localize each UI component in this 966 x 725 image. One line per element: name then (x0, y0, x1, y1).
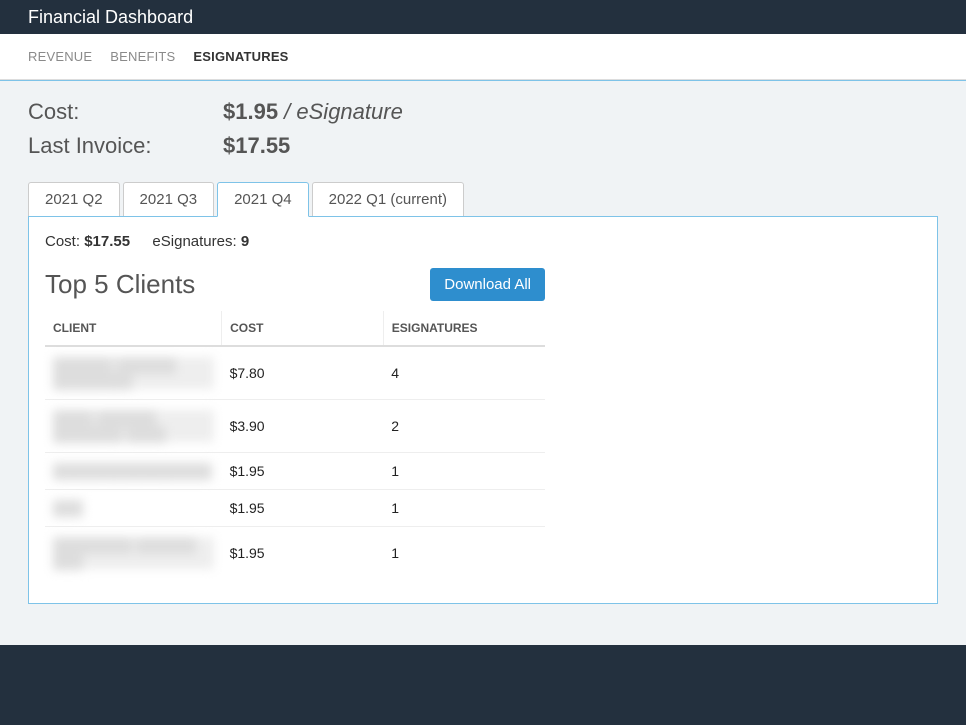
client-name: ████████████████ (53, 463, 212, 479)
invoice-label: Last Invoice: (28, 133, 223, 159)
table-header-row: Client Cost eSignatures (45, 311, 545, 346)
panel-summary: Cost: $17.55 eSignatures: 9 (45, 233, 921, 250)
clients-table: Client Cost eSignatures ██████ ██████ ██… (45, 311, 545, 579)
invoice-row: Last Invoice: $17.55 (28, 133, 938, 159)
client-esignatures: 2 (383, 400, 545, 453)
footer-bar (0, 645, 966, 725)
app-header: Financial Dashboard (0, 0, 966, 34)
col-header-esignatures: eSignatures (383, 311, 545, 346)
client-cost: $1.95 (222, 527, 384, 580)
cost-value: $1.95 / eSignature (223, 99, 403, 125)
table-row: ████ ██████ ███████ ████ $3.90 2 (45, 400, 545, 453)
panel-cost-value: $17.55 (84, 233, 130, 250)
invoice-value: $17.55 (223, 133, 290, 159)
client-cost: $3.90 (222, 400, 384, 453)
cost-row: Cost: $1.95 / eSignature (28, 99, 938, 125)
client-esignatures: 1 (383, 453, 545, 490)
col-header-cost: Cost (222, 311, 384, 346)
panel-esig-value: 9 (241, 233, 249, 250)
table-row: ████████ ██████ ███ $1.95 1 (45, 527, 545, 580)
client-name: ██████ ██████ ████████ (53, 357, 214, 389)
panel-header-row: Top 5 Clients Download All (45, 268, 545, 301)
client-esignatures: 4 (383, 346, 545, 400)
client-esignatures: 1 (383, 527, 545, 580)
client-name: ███ (53, 500, 83, 516)
client-esignatures: 1 (383, 490, 545, 527)
download-all-button[interactable]: Download All (430, 268, 545, 301)
client-name: ████ ██████ ███████ ████ (53, 410, 214, 442)
quarter-tabs: 2021 Q2 2021 Q3 2021 Q4 2022 Q1 (current… (28, 181, 938, 216)
quarter-tab-2021q3[interactable]: 2021 Q3 (123, 182, 215, 217)
page-title: Financial Dashboard (28, 7, 193, 28)
tab-esignatures[interactable]: eSignatures (193, 35, 288, 78)
client-name: ████████ ██████ ███ (53, 537, 214, 569)
table-row: ████████████████ $1.95 1 (45, 453, 545, 490)
panel-esig-label: eSignatures: (152, 233, 240, 250)
client-cost: $1.95 (222, 453, 384, 490)
table-row: ██████ ██████ ████████ $7.80 4 (45, 346, 545, 400)
cost-label: Cost: (28, 99, 223, 125)
main-content: Cost: $1.95 / eSignature Last Invoice: $… (0, 80, 966, 628)
client-cost: $7.80 (222, 346, 384, 400)
top-clients-title: Top 5 Clients (45, 269, 195, 300)
client-cost: $1.95 (222, 490, 384, 527)
quarter-tab-2021q2[interactable]: 2021 Q2 (28, 182, 120, 217)
quarter-tab-2022q1[interactable]: 2022 Q1 (current) (312, 182, 464, 217)
section-tabs: Revenue Benefits eSignatures (0, 34, 966, 80)
table-row: ███ $1.95 1 (45, 490, 545, 527)
tab-revenue[interactable]: Revenue (28, 35, 92, 78)
panel-cost-label: Cost: (45, 233, 84, 250)
quarter-tab-2021q4[interactable]: 2021 Q4 (217, 182, 309, 217)
tab-benefits[interactable]: Benefits (110, 35, 175, 78)
col-header-client: Client (45, 311, 222, 346)
quarter-panel: Cost: $17.55 eSignatures: 9 Top 5 Client… (28, 216, 938, 604)
